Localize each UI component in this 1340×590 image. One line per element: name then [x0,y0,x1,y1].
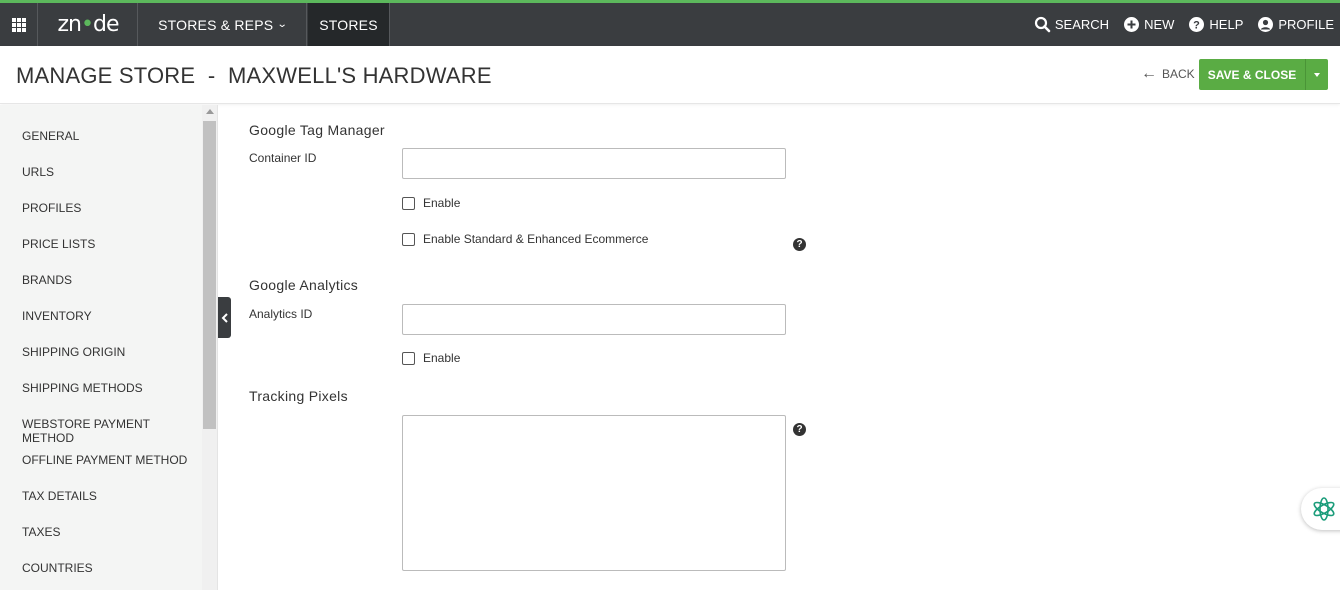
nav-stores-reps-label: STORES & REPS [158,16,274,33]
checkbox-icon[interactable] [402,232,415,246]
sidebar-scrollbar[interactable] [202,105,217,590]
sidebar-item-inventory[interactable]: INVENTORY [22,309,92,323]
question-circle-icon[interactable]: ? [793,238,806,251]
znode-logo[interactable]: zn • de [39,3,138,46]
back-button[interactable]: ← BACK [1141,65,1195,82]
sidebar-item-offline-payment-method[interactable]: OFFLINE PAYMENT METHOD [22,453,187,467]
ga-enable-checkbox[interactable]: Enable [402,351,460,365]
page-header: MANAGE STORE - MAXWELL'S HARDWARE ← BACK… [0,46,1340,104]
back-label: BACK [1162,67,1195,81]
svg-text:?: ? [1194,20,1201,32]
help-label: HELP [1209,17,1244,32]
save-options-dropdown[interactable] [1305,59,1328,90]
new-button[interactable]: NEW [1123,16,1174,33]
sidebar-item-countries[interactable]: COUNTRIES [22,561,93,575]
assistant-button[interactable] [1301,488,1340,530]
gtm-section-title: Google Tag Manager [249,122,385,138]
sidebar-item-brands[interactable]: BRANDS [22,273,72,287]
sidebar-item-tax-details[interactable]: TAX DETAILS [22,489,97,503]
plus-circle-icon [1124,17,1140,32]
chevron-left-icon [221,312,228,323]
gtm-enable-label: Enable [423,196,461,210]
nav-stores-label: STORES [319,16,378,33]
sidebar-item-profiles[interactable]: PROFILES [22,201,81,215]
sidebar-item-shipping-origin[interactable]: SHIPPING ORIGIN [22,345,125,359]
container-id-input[interactable] [402,148,786,179]
sidebar-item-webstore-payment-method[interactable]: WEBSTORE PAYMENT METHOD [22,417,202,445]
logo-dot: • [81,12,94,37]
scroll-up-arrow-icon[interactable] [206,109,214,114]
container-id-label: Container ID [249,151,317,165]
top-tools: SEARCH NEW ? HELP PROFILE [1020,3,1334,46]
nav-stores[interactable]: STORES [308,3,390,46]
tracking-section-title: Tracking Pixels [249,388,348,404]
sidebar-item-price-lists[interactable]: PRICE LISTS [22,237,95,251]
nav-stores-reps[interactable]: STORES & REPS ⌄ [139,3,307,46]
logo-text-end: de [92,12,119,37]
gtm-enable-checkbox[interactable]: Enable [402,196,460,210]
page-title: MANAGE STORE - MAXWELL'S HARDWARE [16,63,492,88]
new-label: NEW [1144,17,1175,32]
logo-text-start: zn [57,12,82,37]
search-icon [1034,16,1051,33]
ga-section-title: Google Analytics [249,277,359,293]
save-close-button[interactable]: SAVE & CLOSE [1199,59,1305,90]
analytics-id-input[interactable] [402,304,786,335]
search-button[interactable]: SEARCH [1034,16,1109,33]
sidebar-item-urls[interactable]: URLS [22,165,54,179]
tracking-pixels-textarea[interactable] [402,415,786,571]
sidebar-divider [217,105,218,590]
sidebar-item-shipping-methods[interactable]: SHIPPING METHODS [22,381,143,395]
chevron-down-icon: ⌄ [276,19,289,30]
checkbox-icon[interactable] [402,196,415,210]
scrollbar-thumb[interactable] [203,121,216,429]
question-circle-icon[interactable]: ? [793,423,806,436]
search-label: SEARCH [1054,17,1110,32]
profile-label: PROFILE [1278,17,1334,32]
profile-button[interactable]: PROFILE [1257,16,1334,33]
store-sidebar: GENERAL URLS PROFILES PRICE LISTS BRANDS… [0,105,202,590]
caret-down-icon [1314,72,1320,77]
user-circle-icon [1258,17,1274,32]
ecommerce-enable-label: Enable Standard & Enhanced Ecommerce [423,232,649,246]
ecommerce-enable-checkbox[interactable]: Enable Standard & Enhanced Ecommerce [402,232,648,246]
sidebar-item-general[interactable]: GENERAL [22,129,79,143]
top-navbar: zn • de STORES & REPS ⌄ STORES SEARCH NEW … [0,3,1340,46]
collapse-sidebar-button[interactable] [218,297,231,338]
arrow-left-icon: ← [1141,65,1157,82]
analytics-id-label: Analytics ID [249,307,313,321]
checkbox-icon[interactable] [402,351,415,365]
help-button[interactable]: ? HELP [1188,16,1243,33]
sidebar-item-taxes[interactable]: TAXES [22,525,60,539]
ga-enable-label: Enable [423,351,461,365]
question-circle-icon: ? [1189,17,1205,32]
grid-icon [11,17,26,32]
app-grid-button[interactable] [0,3,38,46]
assistant-flower-icon [1313,497,1335,521]
